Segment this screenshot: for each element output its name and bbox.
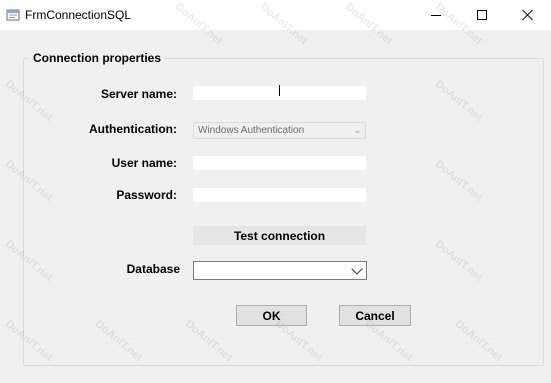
- authentication-select[interactable]: Windows Authentication ⌄: [193, 122, 366, 139]
- maximize-icon: [477, 10, 487, 20]
- password-label: Password:: [116, 188, 177, 202]
- ok-button[interactable]: OK: [236, 305, 307, 326]
- minimize-icon: [431, 14, 441, 16]
- window-title: FrmConnectionSQL: [25, 8, 132, 22]
- connection-window: FrmConnectionSQL Connection properties S…: [0, 0, 551, 383]
- maximize-button[interactable]: [459, 0, 505, 30]
- title-bar[interactable]: FrmConnectionSQL: [0, 0, 551, 30]
- group-title: Connection properties: [30, 51, 165, 65]
- user-name-input[interactable]: [193, 156, 366, 170]
- database-select[interactable]: [193, 261, 367, 280]
- minimize-button[interactable]: [413, 0, 459, 30]
- chevron-down-icon: [351, 263, 363, 275]
- password-input[interactable]: [193, 188, 366, 202]
- server-name-label: Server name:: [100, 87, 177, 101]
- authentication-label: Authentication:: [89, 122, 177, 136]
- cancel-button[interactable]: Cancel: [339, 305, 411, 326]
- close-icon: [522, 9, 534, 21]
- form-icon: [6, 9, 20, 21]
- test-connection-button[interactable]: Test connection: [193, 226, 366, 245]
- authentication-value: Windows Authentication: [198, 125, 305, 136]
- text-cursor: [279, 85, 280, 96]
- close-button[interactable]: [505, 0, 551, 30]
- chevron-down-icon: ⌄: [353, 125, 361, 135]
- database-label: Database: [126, 262, 180, 276]
- user-name-label: User name:: [111, 156, 177, 170]
